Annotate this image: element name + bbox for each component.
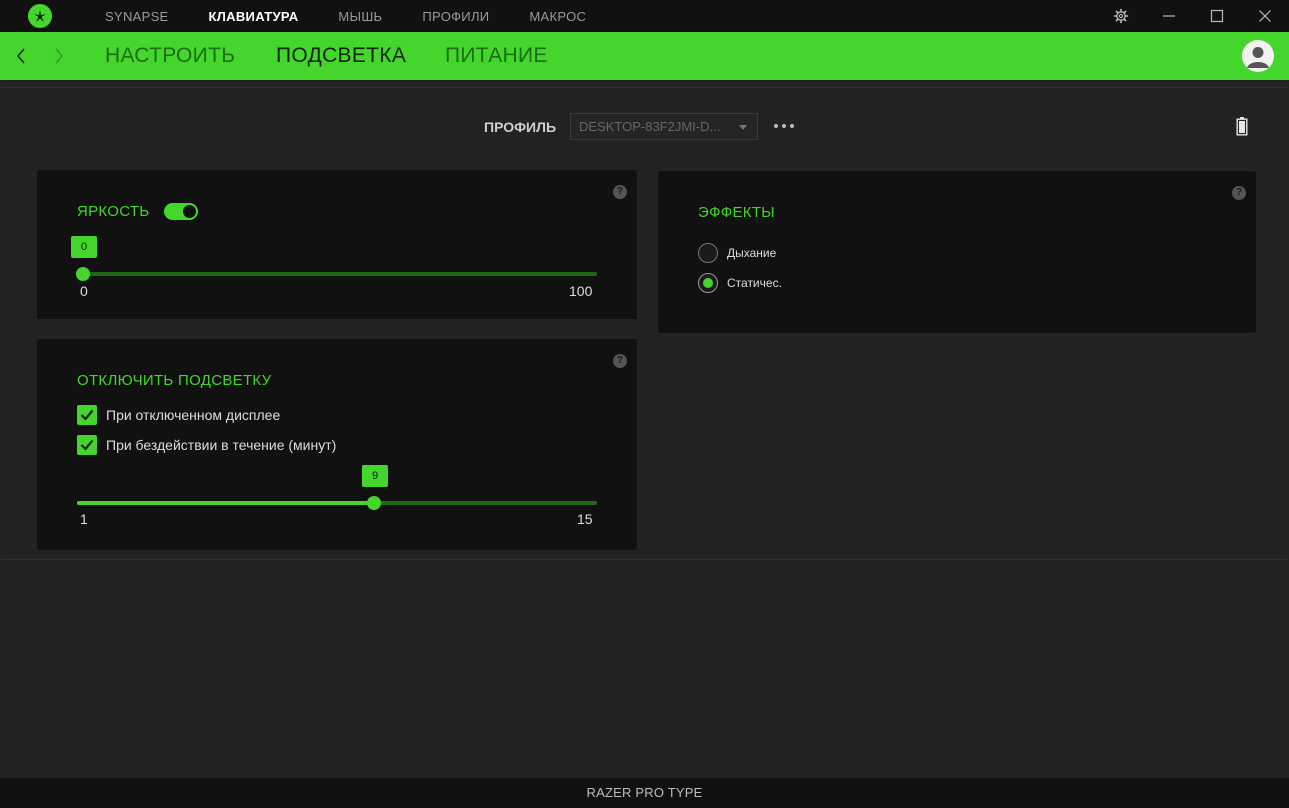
effects-title: ЭФФЕКТЫ [698,204,775,221]
razer-logo-icon[interactable] [28,4,52,28]
app-window: SYNAPSE КЛАВИАТУРА МЫШЬ ПРОФИЛИ МАКРОС Н… [0,0,1289,808]
close-icon[interactable] [1255,0,1275,32]
brightness-max-label: 100 [569,283,593,299]
tab-macro[interactable]: МАКРОС [529,9,586,24]
back-arrow-icon[interactable] [12,32,30,80]
effect-breathing-radio[interactable] [698,243,718,263]
profile-label: ПРОФИЛЬ [484,119,557,135]
idle-minutes-max-label: 15 [577,511,593,527]
brightness-value-bubble: 0 [71,236,97,258]
tab-synapse[interactable]: SYNAPSE [105,9,169,24]
help-icon[interactable]: ? [613,354,627,368]
help-icon[interactable]: ? [1232,186,1246,200]
top-nav: SYNAPSE КЛАВИАТУРА МЫШЬ ПРОФИЛИ МАКРОС [105,0,626,32]
title-bar: SYNAPSE КЛАВИАТУРА МЫШЬ ПРОФИЛИ МАКРОС [0,0,1289,32]
idle-minutes-min-label: 1 [80,511,88,527]
lighting-off-title: ОТКЛЮЧИТЬ ПОДСВЕТКУ [77,372,272,389]
device-name: RAZER PRO TYPE [586,785,703,800]
tab-power[interactable]: ПИТАНИЕ [445,44,548,68]
display-off-label: При отключенном дисплее [106,407,281,423]
idle-minutes-slider[interactable] [77,496,597,510]
forward-arrow-icon[interactable] [50,32,68,80]
brightness-title: ЯРКОСТЬ [77,203,150,220]
minimize-icon[interactable] [1159,0,1179,32]
tab-customize[interactable]: НАСТРОИТЬ [105,44,235,68]
idle-minutes-slider-thumb[interactable] [367,496,381,510]
tab-keyboard[interactable]: КЛАВИАТУРА [209,9,299,24]
tab-mouse[interactable]: МЫШЬ [338,9,382,24]
brightness-min-label: 0 [80,283,88,299]
effect-static-label: Статичес. [727,276,782,290]
profile-dropdown-value: DESKTOP-83F2JMI-D... [579,119,721,134]
profile-dropdown[interactable]: DESKTOP-83F2JMI-D... [570,113,758,140]
effects-card: ? ЭФФЕКТЫ Дыхание Статичес. [658,171,1256,333]
more-options-icon[interactable] [774,118,794,134]
lighting-off-card: ? ОТКЛЮЧИТЬ ПОДСВЕТКУ При отключенном ди… [37,339,637,550]
effect-static-radio[interactable] [698,273,718,293]
maximize-icon[interactable] [1207,0,1227,32]
idle-label: При бездействии в течение (минут) [106,437,337,453]
tab-lighting[interactable]: ПОДСВЕТКА [276,44,406,68]
brightness-card: ? ЯРКОСТЬ 0 0 100 [37,170,637,319]
display-off-checkbox[interactable] [77,405,97,425]
chevron-down-icon [739,125,747,130]
tab-profiles[interactable]: ПРОФИЛИ [422,9,489,24]
gear-icon[interactable] [1111,0,1131,32]
device-footer: RAZER PRO TYPE [0,778,1289,808]
idle-minutes-value-bubble: 9 [362,465,388,487]
effect-breathing-label: Дыхание [727,246,777,260]
brightness-toggle[interactable] [164,203,198,220]
battery-icon [1236,116,1248,141]
help-icon[interactable]: ? [613,185,627,199]
user-avatar-icon[interactable] [1242,40,1274,72]
idle-checkbox[interactable] [77,435,97,455]
brightness-slider-thumb[interactable] [76,267,90,281]
brightness-slider[interactable] [76,267,597,281]
